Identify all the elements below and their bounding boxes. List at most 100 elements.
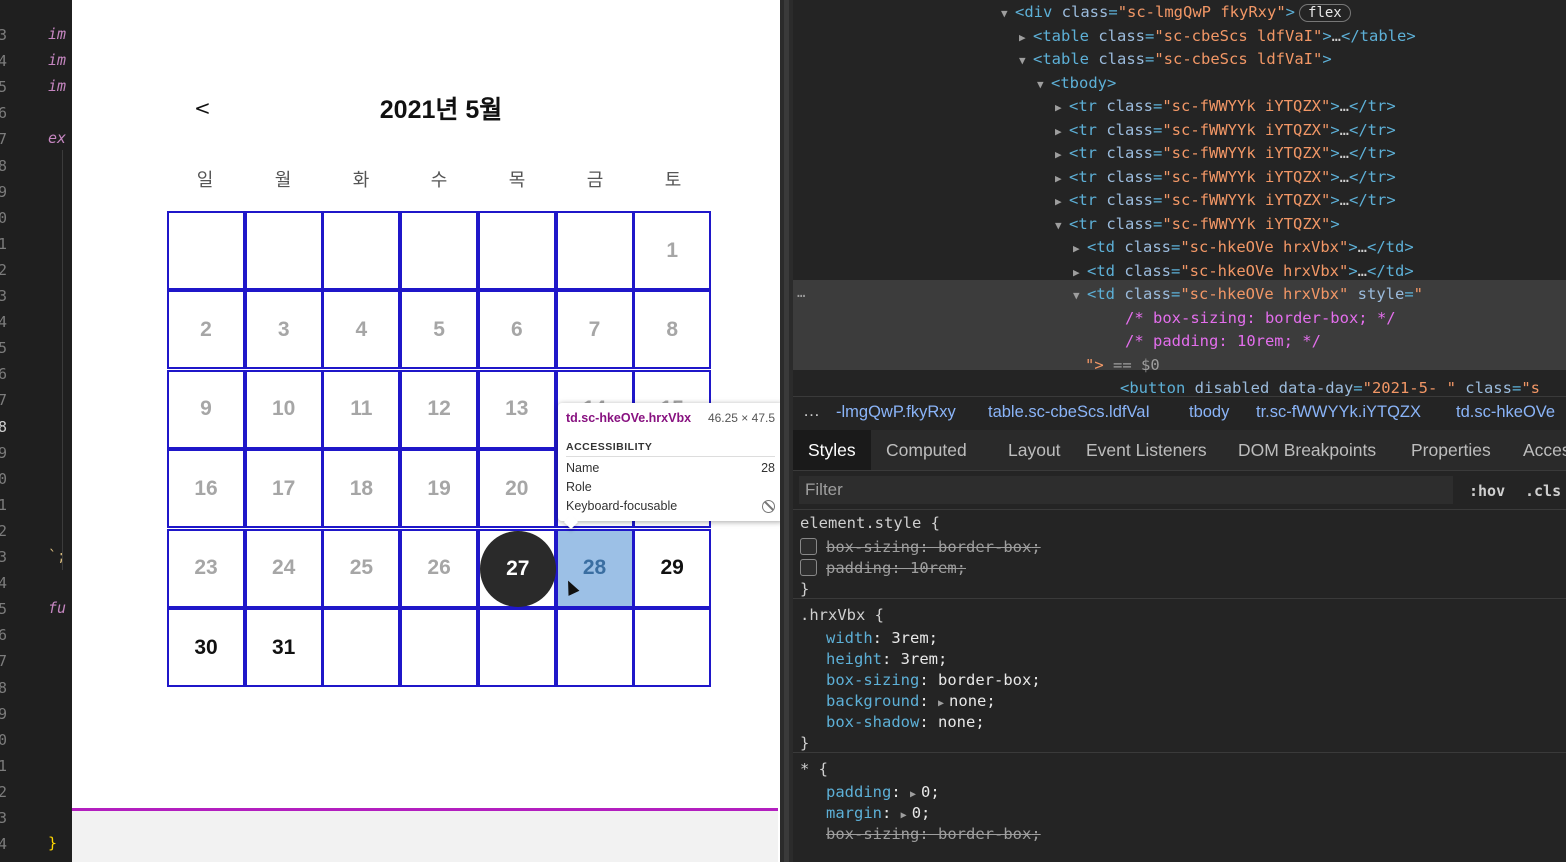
day-cell-31[interactable]: 31 xyxy=(244,608,323,687)
expand-value-icon[interactable]: ▶ xyxy=(901,810,907,821)
css-property-name[interactable]: width xyxy=(826,629,873,647)
line-number: 2 xyxy=(0,521,8,540)
css-property-name[interactable]: box-sizing xyxy=(826,671,919,689)
day-cell-29[interactable]: 29 xyxy=(633,528,712,608)
css-property-value[interactable]: none xyxy=(949,692,986,710)
dom-node-line[interactable]: ▼ <tr class="sc-fWWYYk iYTQZX"> xyxy=(793,212,1566,236)
expand-triangle-closed-icon[interactable]: ▶ xyxy=(1073,266,1087,279)
css-property-name[interactable]: background xyxy=(826,692,919,710)
weekday-label: 화 xyxy=(352,170,370,191)
tab-dom-breakpoints[interactable]: DOM Breakpoints xyxy=(1223,430,1391,470)
breadcrumb-item[interactable]: tr.sc-fWWYYk.iYTQZX xyxy=(1256,403,1421,422)
expand-triangle-open-icon[interactable]: ▼ xyxy=(1019,54,1033,67)
line-number: 1 xyxy=(0,495,8,514)
tab-layout[interactable]: Layout xyxy=(993,430,1076,470)
css-declaration: box-shadow: none; xyxy=(826,713,985,731)
dom-node-line[interactable]: ▶ <tr class="sc-fWWYYk iYTQZX">…</tr> xyxy=(793,188,1566,212)
today-marker[interactable]: 27 xyxy=(479,530,556,607)
gutter-line: 5 im xyxy=(0,74,72,100)
css-property-name[interactable]: height xyxy=(826,650,882,668)
declaration-checkbox[interactable] xyxy=(800,559,817,576)
dom-node-line[interactable]: ▶ <td class="sc-hkeOVe hrxVbx">…</td> xyxy=(793,259,1566,283)
css-property-value[interactable]: 0 xyxy=(921,783,930,801)
expand-triangle-closed-icon[interactable]: ▶ xyxy=(1019,31,1033,44)
css-property-value[interactable]: 10rem xyxy=(910,559,957,577)
declaration-checkbox[interactable] xyxy=(800,538,817,555)
dom-node-line[interactable]: ▶ <tr class="sc-fWWYYk iYTQZX">…</tr> xyxy=(793,118,1566,142)
tab-styles[interactable]: Styles xyxy=(793,430,871,470)
dom-node-line[interactable]: ▶ <tr class="sc-fWWYYk iYTQZX">…</tr> xyxy=(793,94,1566,118)
dom-token: … xyxy=(1339,97,1350,115)
dom-node-line[interactable]: /* box-sizing: border-box; */ xyxy=(793,306,1566,330)
day-cell-30[interactable]: 30 xyxy=(167,608,245,687)
dom-token: /* padding: 10rem; */ xyxy=(1125,332,1321,350)
expand-triangle-closed-icon[interactable]: ▶ xyxy=(1073,242,1087,255)
css-property-name[interactable]: box-shadow xyxy=(826,713,919,731)
tab-event-listeners[interactable]: Event Listeners xyxy=(1071,430,1222,470)
expand-triangle-open-icon[interactable]: ▼ xyxy=(1055,219,1069,232)
tab-computed[interactable]: Computed xyxy=(871,430,982,470)
css-property-name[interactable]: margin xyxy=(826,804,882,822)
dom-node-line[interactable]: ▼ <td class="sc-hkeOVe hrxVbx" style=" xyxy=(793,282,1566,306)
dom-token: > xyxy=(1285,3,1296,21)
breadcrumb-item[interactable]: -lmgQwP.fkyRxy xyxy=(836,403,956,422)
breadcrumb-item[interactable]: td.sc-hkeOVe xyxy=(1456,403,1555,422)
expand-triangle-closed-icon[interactable]: ▶ xyxy=(1055,195,1069,208)
day-cell-28[interactable]: 28 xyxy=(555,528,634,608)
code-fragment: ex xyxy=(48,129,67,148)
dom-token: </tr> xyxy=(1349,120,1396,139)
css-property-value[interactable]: 0 xyxy=(912,804,921,822)
day-cell-27[interactable]: 27 xyxy=(477,528,556,608)
prev-month-button[interactable]: < xyxy=(194,96,211,120)
css-property-value[interactable]: 3rem xyxy=(891,629,928,647)
tab-properties[interactable]: Properties xyxy=(1396,430,1506,470)
css-property-name[interactable]: box-sizing xyxy=(826,538,919,556)
expand-triangle-closed-icon[interactable]: ▶ xyxy=(1055,125,1069,138)
not-allowed-icon xyxy=(762,500,775,513)
flex-badge[interactable]: flex xyxy=(1299,4,1351,22)
css-property-name[interactable]: padding xyxy=(826,783,891,801)
expand-triangle-open-icon[interactable]: ▼ xyxy=(1073,289,1087,302)
expand-triangle-closed-icon[interactable]: ▶ xyxy=(1055,172,1069,185)
dom-node-line[interactable]: ▼ <tbody> xyxy=(793,71,1566,95)
dom-token: class xyxy=(1124,261,1171,280)
css-property-value[interactable]: border-box xyxy=(938,538,1031,556)
expand-triangle-closed-icon[interactable]: ▶ xyxy=(1055,101,1069,114)
css-property-value[interactable]: border-box xyxy=(938,671,1031,689)
dom-node-line[interactable]: ▶ <td class="sc-hkeOVe hrxVbx">…</td> xyxy=(793,235,1566,259)
line-number: 1 xyxy=(0,234,8,253)
css-property-value[interactable]: none xyxy=(938,713,975,731)
dom-token: <div xyxy=(1015,3,1062,21)
dom-node-content: ▶ <tr class="sc-fWWYYk iYTQZX">…</tr> xyxy=(1055,168,1396,186)
dom-node-content: ▼ <div class="sc-lmgQwP fkyRxy"> flex xyxy=(1001,3,1351,22)
breadcrumb-item[interactable]: table.sc-cbeScs.ldfVaI xyxy=(988,403,1150,422)
rule-selector-hrxvbx: .hrxVbx { xyxy=(800,606,884,624)
css-property-value[interactable]: 3rem xyxy=(901,650,938,668)
breadcrumb-overflow-button[interactable]: … xyxy=(803,401,820,421)
css-property-name[interactable]: box-sizing xyxy=(826,825,919,843)
css-property-name[interactable]: padding xyxy=(826,559,891,577)
dom-node-line[interactable]: ▼ <div class="sc-lmgQwP fkyRxy"> flex xyxy=(793,0,1566,24)
tab-acces[interactable]: Acces xyxy=(1508,430,1566,470)
class-toggle-button[interactable]: .cls xyxy=(1525,482,1561,500)
expand-value-icon[interactable]: ▶ xyxy=(938,698,944,709)
breadcrumb-item[interactable]: tbody xyxy=(1189,403,1229,422)
expand-triangle-open-icon[interactable]: ▼ xyxy=(1001,7,1015,20)
expand-value-icon[interactable]: ▶ xyxy=(910,789,916,800)
css-declaration: background: ▶ none; xyxy=(826,692,996,710)
panel-splitter[interactable] xyxy=(780,0,793,862)
expand-triangle-open-icon[interactable]: ▼ xyxy=(1037,78,1051,91)
dom-token: <tbody> xyxy=(1051,73,1117,92)
css-property-value[interactable]: border-box xyxy=(938,825,1031,843)
expand-triangle-closed-icon[interactable]: ▶ xyxy=(1055,148,1069,161)
dom-node-line[interactable]: ▼ <table class="sc-cbeScs ldfVaI"> xyxy=(793,47,1566,71)
dom-node-line[interactable]: ▶ <tr class="sc-fWWYYk iYTQZX">…</tr> xyxy=(793,141,1566,165)
day-cell-3: 3 xyxy=(244,290,323,370)
dom-node-line[interactable]: "> == $0 xyxy=(793,353,1566,377)
styles-filter-input[interactable] xyxy=(799,476,1453,504)
dom-node-line[interactable]: ▶ <table class="sc-cbeScs ldfVaI">…</tabl… xyxy=(793,24,1566,48)
css-colon: : xyxy=(891,783,910,801)
hover-state-button[interactable]: :hov xyxy=(1469,482,1505,500)
dom-node-line[interactable]: /* padding: 10rem; */ xyxy=(793,329,1566,353)
dom-node-line[interactable]: ▶ <tr class="sc-fWWYYk iYTQZX">…</tr> xyxy=(793,165,1566,189)
